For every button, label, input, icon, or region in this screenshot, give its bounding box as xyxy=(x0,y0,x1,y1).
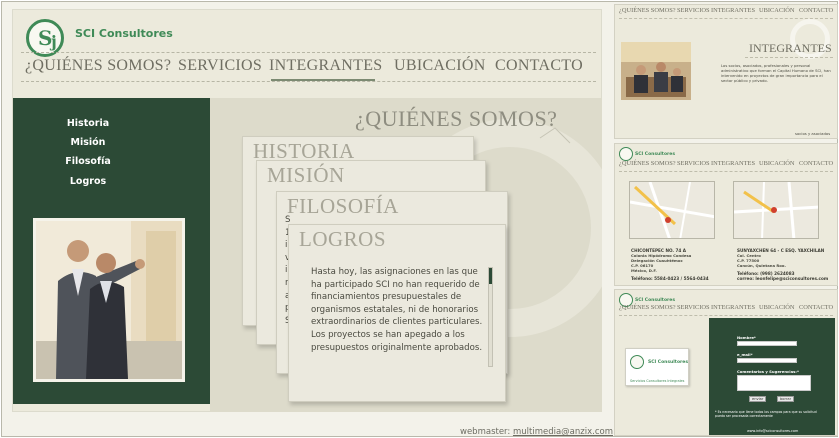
thumbnail-integrantes[interactable]: ¿QUIÉNES SOMOS? SERVICIOS INTEGRANTES UB… xyxy=(614,4,838,139)
footer-webmaster: webmaster: multimedia@anzix.com xyxy=(460,427,613,437)
main-panel: S j SCI Consultores ¿QUIÉNES SOMOS? SERV… xyxy=(12,9,602,412)
sidebar-item-historia[interactable]: Historia xyxy=(13,118,163,129)
sidebar: Historia Misión Filosofía Logros xyxy=(13,98,210,404)
card-logros[interactable]: LOGROS Hasta hoy, las asignaciones en la… xyxy=(288,224,506,402)
team-photo xyxy=(33,218,185,382)
thumb1-nav-rule xyxy=(619,18,833,19)
thumb3-nav-rule xyxy=(619,315,833,316)
thumb2-logo-icon xyxy=(619,147,633,161)
webmaster-label: webmaster: xyxy=(460,427,511,437)
thumbnail-contacto[interactable]: SCI Consultores ¿QUIÉNES SOMOS? SERVICIO… xyxy=(614,289,838,436)
nav-ubicacion[interactable]: UBICACIÓN xyxy=(394,57,486,75)
thumb1-footer[interactable]: socios y asociados xyxy=(795,131,830,136)
thumb1-nav: ¿QUIÉNES SOMOS? SERVICIOS INTEGRANTES UB… xyxy=(619,7,833,19)
thumb3-brand: SCI Consultores xyxy=(635,298,675,303)
office1-line-4: México, D.F. xyxy=(631,268,657,274)
nav-quienes-somos[interactable]: ¿QUIÉNES SOMOS? xyxy=(25,57,171,75)
card-body-logros: Hasta hoy, las asignaciones en las que h… xyxy=(311,267,483,353)
nav-divider-top xyxy=(21,52,596,53)
thumb1-title: INTEGRANTES xyxy=(749,41,832,55)
form-name-label: Nombre* xyxy=(737,335,756,340)
office1-phone: Teléfono: 5584-0423 / 5564-0434 xyxy=(631,276,709,282)
map-mexico-city[interactable] xyxy=(629,181,715,239)
thumb3-nav-servicios[interactable]: SERVICIOS xyxy=(677,304,710,311)
thumb2-nav-integrantes[interactable]: INTEGRANTES xyxy=(711,160,755,167)
thumb3-nav-integrantes[interactable]: INTEGRANTES xyxy=(711,304,755,311)
thumb3-nav-contacto[interactable]: CONTACTO xyxy=(799,304,833,311)
office2-email[interactable]: correo: leonfelipe@sciconsultores.com xyxy=(737,276,837,281)
logo-letter-j: j xyxy=(51,32,57,51)
scroll-thumb[interactable] xyxy=(489,268,492,284)
nav-divider-bottom xyxy=(21,81,596,82)
form-name-input[interactable] xyxy=(737,341,797,346)
sidebar-item-mision[interactable]: Misión xyxy=(13,137,163,148)
office2-line-3: Cancún, Quintana Roo. xyxy=(737,263,786,269)
form-send-button[interactable]: enviar xyxy=(749,396,767,402)
form-note: * Es necesario que llene todos los campo… xyxy=(715,410,817,418)
thumb1-nav-ubicacion[interactable]: UBICACIÓN xyxy=(759,7,795,14)
thumb1-nav-contacto[interactable]: CONTACTO xyxy=(799,7,833,14)
business-card-sub: Servicios Consultores Integrales xyxy=(630,379,685,383)
thumb1-title-rule xyxy=(745,57,833,58)
page-frame: S j SCI Consultores ¿QUIÉNES SOMOS? SERV… xyxy=(1,1,838,437)
thumb2-nav: ¿QUIÉNES SOMOS? SERVICIOS INTEGRANTES UB… xyxy=(619,160,833,172)
office1-address: CHICONTEPEC NO. 74 A Colonia Hipódromo C… xyxy=(631,248,731,281)
card-title-mision: MISIÓN xyxy=(267,163,345,187)
nav-contacto[interactable]: CONTACTO xyxy=(495,57,583,75)
thumb1-nav-integrantes[interactable]: INTEGRANTES xyxy=(711,7,755,14)
contact-form: Nombre* e_mail* Comentarios y Sugerencia… xyxy=(709,318,835,435)
active-nav-underline xyxy=(271,79,375,81)
sidebar-item-filosofia[interactable]: Filosofía xyxy=(13,156,163,167)
form-comments-label: Comentarios y Sugerencias:* xyxy=(737,369,799,374)
business-card-brand: SCI Consultores xyxy=(648,360,688,365)
business-card-logo-icon xyxy=(630,355,644,369)
section-title: ¿QUIÉNES SOMOS? xyxy=(355,106,558,131)
map-mexico-city-graphic xyxy=(630,182,714,238)
form-footer-email[interactable]: www.info@sciconsultores.com xyxy=(747,429,798,433)
card-scrollbar[interactable] xyxy=(488,267,493,367)
thumb1-meeting-photo xyxy=(621,42,691,100)
thumb3-nav-ubicacion[interactable]: UBICACIÓN xyxy=(759,304,795,311)
thumb2-nav-ubicacion[interactable]: UBICACIÓN xyxy=(759,160,795,167)
office2-address: SUNYAXCHEN 64 - C ESQ. YAXCHILAN Col. Ce… xyxy=(737,248,837,282)
nav-servicios[interactable]: SERVICIOS xyxy=(178,57,262,75)
thumb2-brand: SCI Consultores xyxy=(635,152,675,157)
thumb2-nav-contacto[interactable]: CONTACTO xyxy=(799,160,833,167)
thumb2-nav-quienes[interactable]: ¿QUIÉNES SOMOS? xyxy=(619,160,676,167)
card-title-filosofia: FILOSOFÍA xyxy=(287,194,399,218)
form-email-input[interactable] xyxy=(737,358,797,363)
map-cancun[interactable] xyxy=(733,181,819,239)
main-nav: ¿QUIÉNES SOMOS? SERVICIOS INTEGRANTES UB… xyxy=(21,52,596,88)
content-area: ¿QUIÉNES SOMOS? HISTORIA MISIÓN FILOSOFÍ… xyxy=(210,98,602,412)
card-title-logros: LOGROS xyxy=(299,227,387,251)
form-clear-button[interactable]: borrar xyxy=(777,396,795,402)
sidebar-item-logros[interactable]: Logros xyxy=(13,176,163,187)
thumb2-nav-rule xyxy=(619,171,833,172)
thumb1-nav-servicios[interactable]: SERVICIOS xyxy=(677,7,710,14)
thumb1-nav-quienes[interactable]: ¿QUIÉNES SOMOS? xyxy=(619,7,676,14)
thumb3-nav-quienes[interactable]: ¿QUIÉNES SOMOS? xyxy=(619,304,676,311)
webmaster-email-link[interactable]: multimedia@anzix.com xyxy=(513,427,613,437)
brand-name: SCI Consultores xyxy=(75,27,173,40)
business-card: SCI Consultores Servicios Consultores In… xyxy=(625,348,689,386)
form-comments-textarea[interactable] xyxy=(737,375,811,391)
nav-integrantes[interactable]: INTEGRANTES xyxy=(269,57,383,75)
thumb2-nav-servicios[interactable]: SERVICIOS xyxy=(677,160,710,167)
map-cancun-graphic xyxy=(734,182,818,238)
thumbnail-ubicacion[interactable]: SCI Consultores ¿QUIÉNES SOMOS? SERVICIO… xyxy=(614,143,838,286)
businessmen-image xyxy=(36,221,182,379)
form-email-label: e_mail* xyxy=(737,352,753,357)
thumb1-text: Los socios, asociados, profesionales y p… xyxy=(721,63,831,83)
thumb3-nav: ¿QUIÉNES SOMOS? SERVICIOS INTEGRANTES UB… xyxy=(619,304,833,316)
